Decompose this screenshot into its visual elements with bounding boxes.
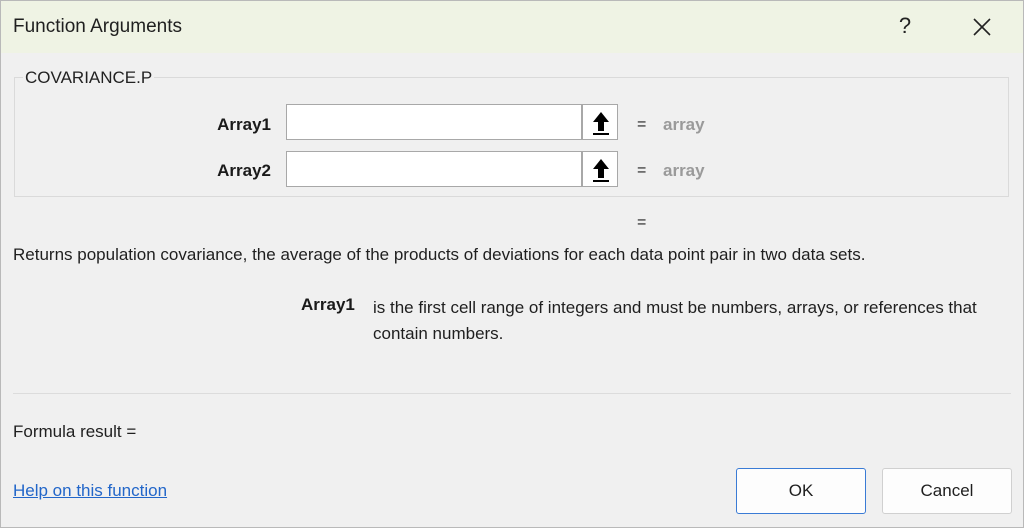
parameter-help-text: is the first cell range of integers and …: [373, 298, 977, 343]
function-description: Returns population covariance, the avera…: [13, 245, 866, 264]
title-bar[interactable]: Function Arguments ?: [1, 1, 1023, 53]
array2-input[interactable]: [286, 151, 582, 187]
array1-input[interactable]: [286, 104, 582, 140]
divider: [13, 393, 1011, 394]
close-x-icon[interactable]: [968, 13, 996, 41]
argument-result-array1: array: [663, 115, 705, 134]
function-name: COVARIANCE.P: [23, 68, 155, 88]
upload-arrow-icon: [593, 159, 609, 182]
argument-result-array2: array: [663, 161, 705, 180]
collapse-dialog-button-array1[interactable]: [582, 104, 618, 140]
function-result-equals: =: [637, 214, 647, 231]
argument-equals-sign: =: [637, 116, 647, 133]
argument-label-array2: Array2: [217, 161, 271, 180]
formula-result-label: Formula result =: [13, 422, 137, 441]
dialog-title: Function Arguments: [13, 16, 182, 37]
collapse-dialog-button-array2[interactable]: [582, 151, 618, 187]
question-mark-icon[interactable]: ?: [894, 13, 916, 39]
parameter-help-name: Array1: [301, 295, 355, 314]
upload-arrow-icon: [593, 112, 609, 135]
ok-button[interactable]: OK: [736, 468, 866, 514]
argument-equals-sign: =: [637, 162, 647, 179]
argument-label-array1: Array1: [217, 115, 271, 134]
help-on-function-link[interactable]: Help on this function: [13, 481, 167, 501]
function-arguments-dialog: Function Arguments ? COVARIANCE.P Array1…: [0, 0, 1024, 528]
cancel-button[interactable]: Cancel: [882, 468, 1012, 514]
